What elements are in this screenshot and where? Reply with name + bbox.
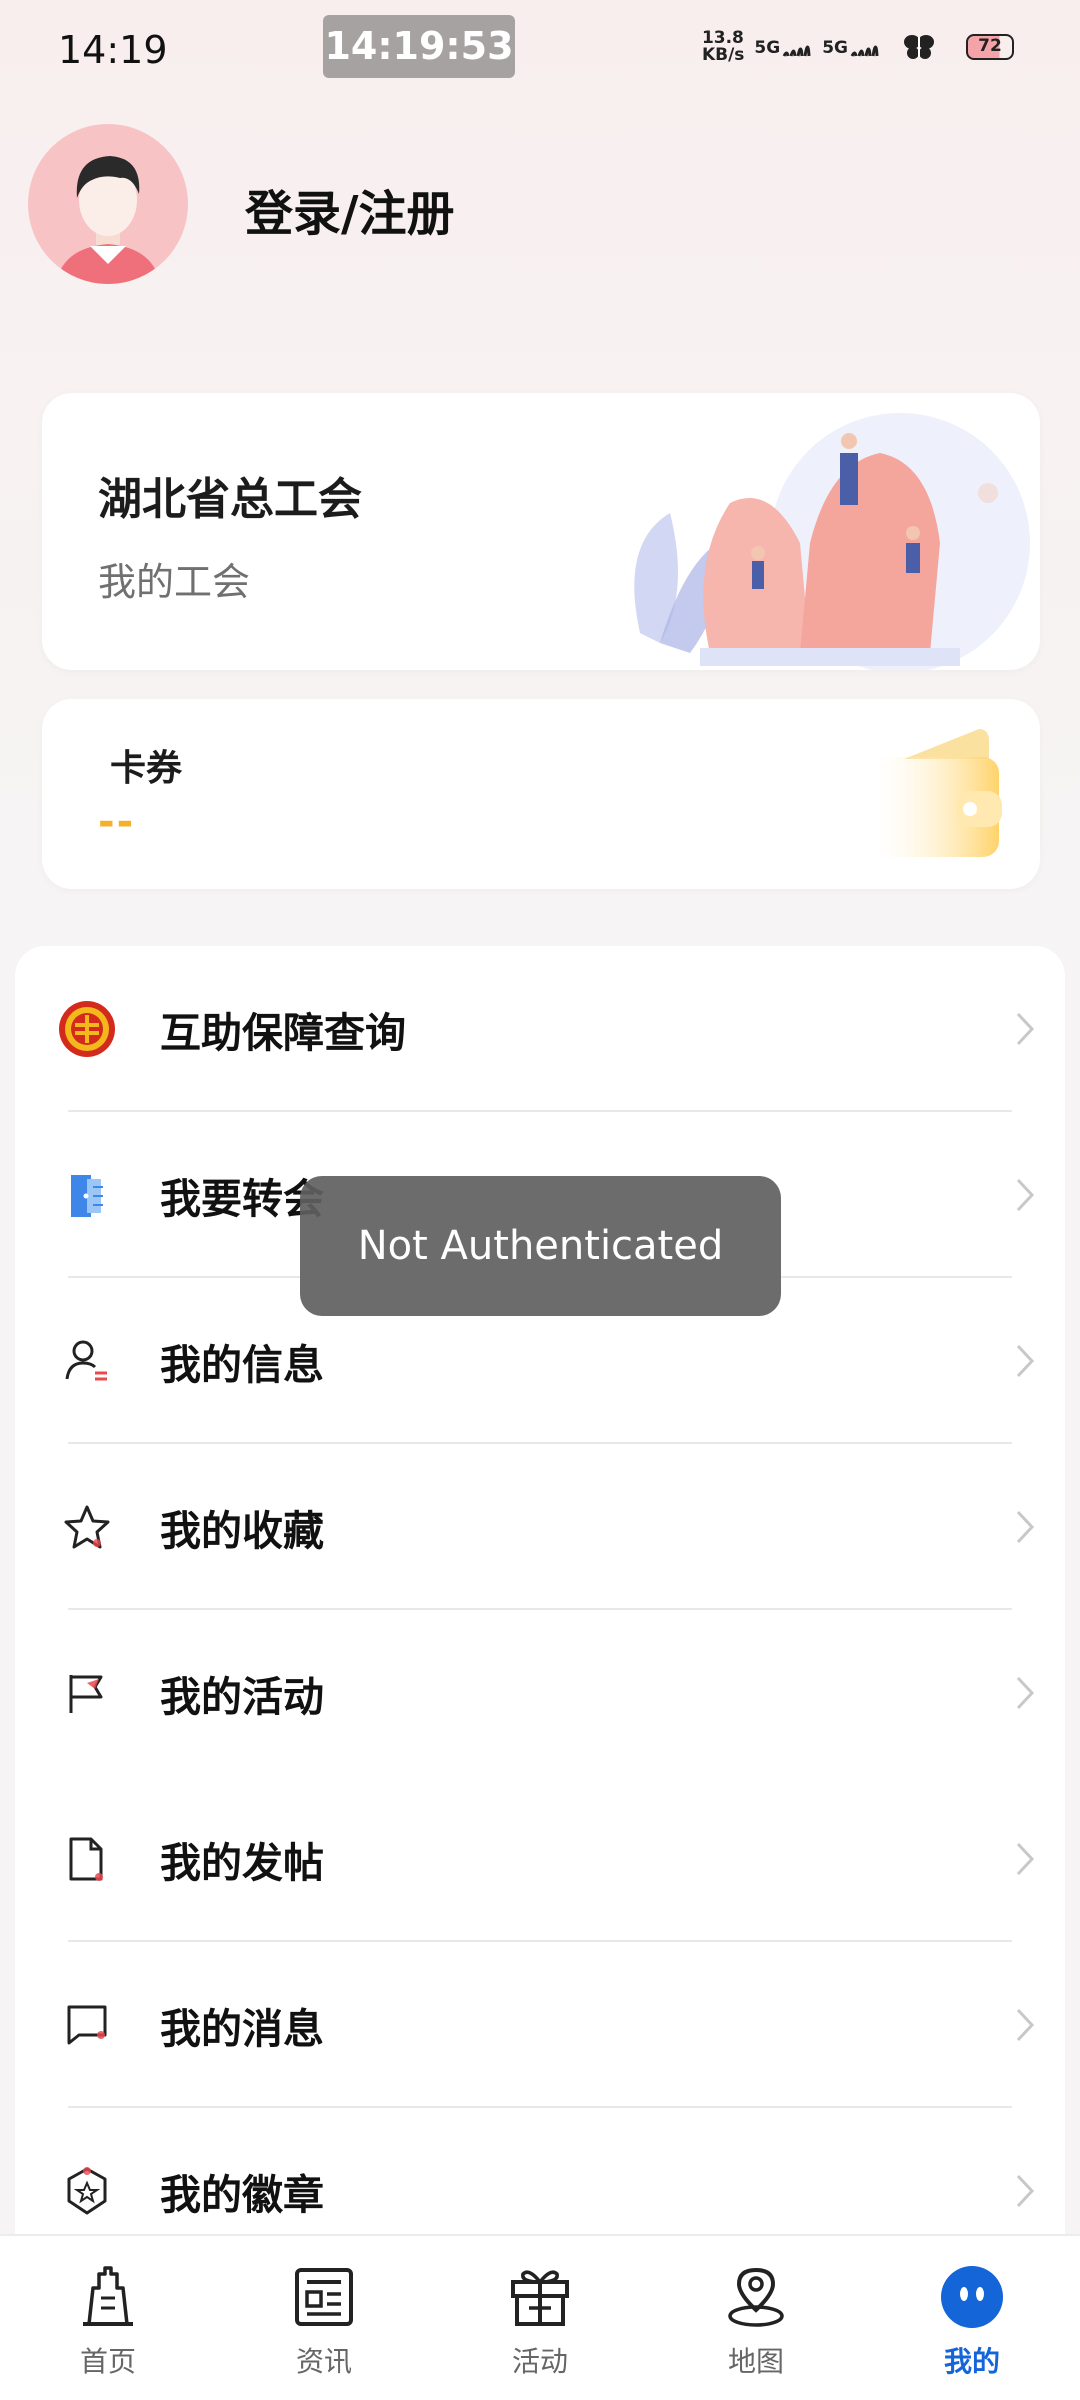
chevron-right-icon <box>1016 1344 1035 1378</box>
login-register-link[interactable]: 登录/注册 <box>245 174 455 244</box>
flag-icon <box>57 1663 117 1723</box>
net-speed: 13.8 KB/s <box>702 30 744 64</box>
chevron-right-icon <box>1016 2008 1035 2042</box>
nav-label: 我的 <box>943 2345 1000 2378</box>
avatar-person-icon <box>56 156 160 284</box>
map-pin-icon <box>723 2264 789 2330</box>
menu-panel: 互助保障查询 我要转会 我的信息 我的收藏 我的活动 我的发帖 我的消息 我的徽… <box>15 946 1065 2246</box>
gift-icon <box>507 2264 573 2330</box>
message-icon <box>57 1995 117 2055</box>
sim2-label: 5G <box>822 38 848 58</box>
nav-label: 地图 <box>727 2345 784 2378</box>
wallet-icon <box>874 729 1002 857</box>
menu-item-label: 我的消息 <box>160 2005 324 2053</box>
butterfly-icon <box>904 35 934 59</box>
union-subtitle: 我的工会 <box>98 560 251 604</box>
badge-icon <box>57 2161 117 2221</box>
nav-item-home[interactable]: 首页 <box>0 2236 216 2400</box>
menu-item-label: 我的信息 <box>160 1341 324 1389</box>
chevron-right-icon <box>1016 1012 1035 1046</box>
nav-label: 资讯 <box>295 2345 352 2378</box>
person-icon <box>57 1331 117 1391</box>
status-bar: 14:19 14:19:53 13.8 KB/s 5G 5G 72 <box>0 0 1080 90</box>
menu-item-activities[interactable]: 我的活动 <box>15 1610 1065 1776</box>
signal-2: 5G <box>822 36 880 58</box>
status-icons: 13.8 KB/s 5G 5G 72 <box>702 30 1014 64</box>
nav-item-news[interactable]: 资讯 <box>216 2236 432 2400</box>
sim1-label: 5G <box>754 38 781 58</box>
coupon-value: -- <box>98 799 136 845</box>
menu-item-favorites[interactable]: 我的收藏 <box>15 1444 1065 1610</box>
union-card[interactable]: 湖北省总工会 我的工会 <box>42 393 1040 670</box>
menu-item-label: 我的活动 <box>160 1673 324 1721</box>
menu-item-label: 互助保障查询 <box>160 1009 406 1057</box>
coupon-title: 卡券 <box>110 748 183 789</box>
menu-item-messages[interactable]: 我的消息 <box>15 1942 1065 2108</box>
door-icon <box>57 1165 117 1225</box>
menu-item-label: 我的徽章 <box>160 2171 324 2219</box>
avatar[interactable] <box>28 124 188 284</box>
chevron-right-icon <box>1016 1676 1035 1710</box>
signal-bars-icon <box>782 45 811 57</box>
news-icon <box>291 2264 357 2330</box>
nav-item-map[interactable]: 地图 <box>648 2236 864 2400</box>
star-icon <box>57 1497 117 1557</box>
hands-illustration-icon <box>634 413 1030 670</box>
menu-item-posts[interactable]: 我的发帖 <box>15 1776 1065 1942</box>
union-emblem-icon <box>57 999 117 1059</box>
nav-item-activity[interactable]: 活动 <box>432 2236 648 2400</box>
status-clock-pill: 14:19:53 <box>323 15 515 78</box>
chevron-right-icon <box>1016 1510 1035 1544</box>
signal-bars-icon <box>850 45 879 57</box>
nav-label: 首页 <box>79 2345 136 2378</box>
net-speed-unit: KB/s <box>701 45 745 65</box>
chevron-right-icon <box>1016 1842 1035 1876</box>
home-tower-icon <box>75 2264 141 2330</box>
nav-label: 活动 <box>511 2345 568 2378</box>
menu-item-label: 我的收藏 <box>160 1507 324 1555</box>
signal-1: 5G <box>754 36 812 58</box>
profile-screen: 14:19 14:19:53 13.8 KB/s 5G 5G 72 登录/注册 … <box>0 0 1080 2400</box>
union-name: 湖北省总工会 <box>98 474 362 525</box>
battery-indicator: 72 <box>966 34 1014 60</box>
bottom-nav: 首页 资讯 活动 地图 我的 <box>0 2234 1080 2400</box>
menu-item-mutual-aid[interactable]: 互助保障查询 <box>15 946 1065 1112</box>
menu-item-label: 我的发帖 <box>160 1839 324 1887</box>
toast-not-authenticated: Not Authenticated <box>300 1176 781 1316</box>
chevron-right-icon <box>1016 2174 1035 2208</box>
document-icon <box>57 1829 117 1889</box>
coupon-card[interactable]: 卡券 -- <box>42 699 1040 889</box>
profile-face-icon <box>939 2264 1005 2330</box>
nav-item-mine[interactable]: 我的 <box>864 2236 1080 2400</box>
status-time: 14:19 <box>58 28 168 72</box>
chevron-right-icon <box>1016 1178 1035 1212</box>
